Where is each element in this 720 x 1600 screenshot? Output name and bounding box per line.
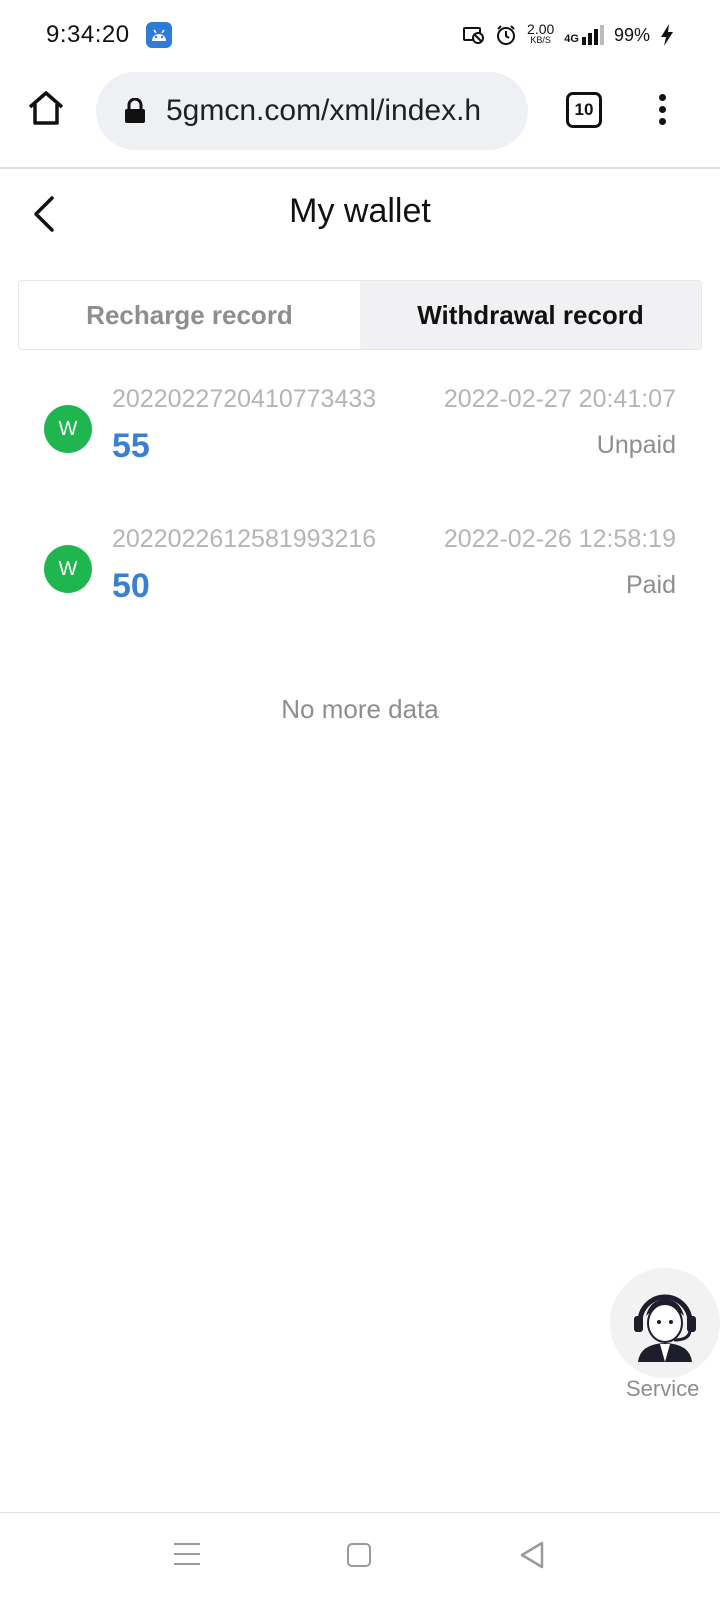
page-header: My wallet (0, 170, 720, 256)
list-item[interactable]: W 2022022720410773433 2022-02-27 20:41:0… (0, 385, 720, 505)
service-label: Service (626, 1376, 700, 1401)
network-type: 4G (564, 33, 579, 45)
url-text: 5gmcn.com/xml/index.h (166, 94, 482, 127)
record-status: Paid (625, 571, 676, 599)
list-item[interactable]: W 2022022612581993216 2022-02-26 12:58:1… (0, 525, 720, 645)
withdrawal-avatar: W (44, 545, 92, 593)
signal-indicator: 4G (564, 25, 604, 45)
charging-icon (661, 24, 673, 46)
record-status: Unpaid (596, 431, 676, 459)
network-speed: 2.00 KB/S (527, 21, 555, 46)
page-title: My wallet (289, 192, 431, 230)
speed-value: 2.00 (527, 21, 555, 37)
address-bar[interactable]: 5gmcn.com/xml/index.h (96, 72, 528, 150)
battery-level: 99% (613, 24, 650, 45)
record-tabs: Recharge record Withdrawal record (18, 280, 702, 350)
android-notification-icon (145, 22, 172, 48)
status-bar: 9:34:20 2.00 KB/S 4G 99% (0, 0, 720, 70)
toolbar-divider (0, 167, 720, 169)
page: 9:34:20 2.00 KB/S 4G 99% 5gmcn.com/xml/i… (0, 0, 720, 1600)
tab-switcher-button[interactable]: 10 (566, 92, 602, 128)
system-nav-bar (0, 1513, 720, 1600)
tab-withdrawal-record[interactable]: Withdrawal record (360, 281, 701, 349)
nav-back-icon[interactable] (518, 1540, 546, 1570)
lock-icon (125, 98, 145, 123)
record-time: 2022-02-27 20:41:07 (443, 385, 676, 413)
recents-menu-icon[interactable] (174, 1543, 200, 1567)
record-amount: 55 (112, 427, 150, 465)
record-amount: 50 (112, 567, 150, 605)
screen-record-icon (463, 27, 485, 44)
tab-count: 10 (574, 100, 594, 119)
browser-toolbar: 5gmcn.com/xml/index.h 10 (0, 70, 720, 166)
withdrawal-avatar: W (44, 405, 92, 453)
list-end-message: No more data (281, 694, 439, 724)
record-id: 2022022612581993216 (112, 525, 377, 553)
headset-agent-icon (634, 1294, 696, 1362)
signal-bars-icon (581, 25, 604, 45)
alarm-icon (497, 25, 516, 45)
record-id: 2022022720410773433 (112, 385, 377, 413)
record-time: 2022-02-26 12:58:19 (443, 525, 676, 553)
status-icons: 2.00 KB/S 4G 99% (463, 21, 674, 46)
home-icon[interactable] (26, 88, 66, 128)
more-menu-icon[interactable] (654, 94, 670, 130)
speed-unit: KB/S (530, 35, 551, 45)
customer-service-button[interactable] (610, 1268, 720, 1378)
nav-home-icon[interactable] (347, 1543, 371, 1567)
tab-recharge-record[interactable]: Recharge record (19, 281, 360, 349)
status-time: 9:34:20 (46, 21, 130, 48)
